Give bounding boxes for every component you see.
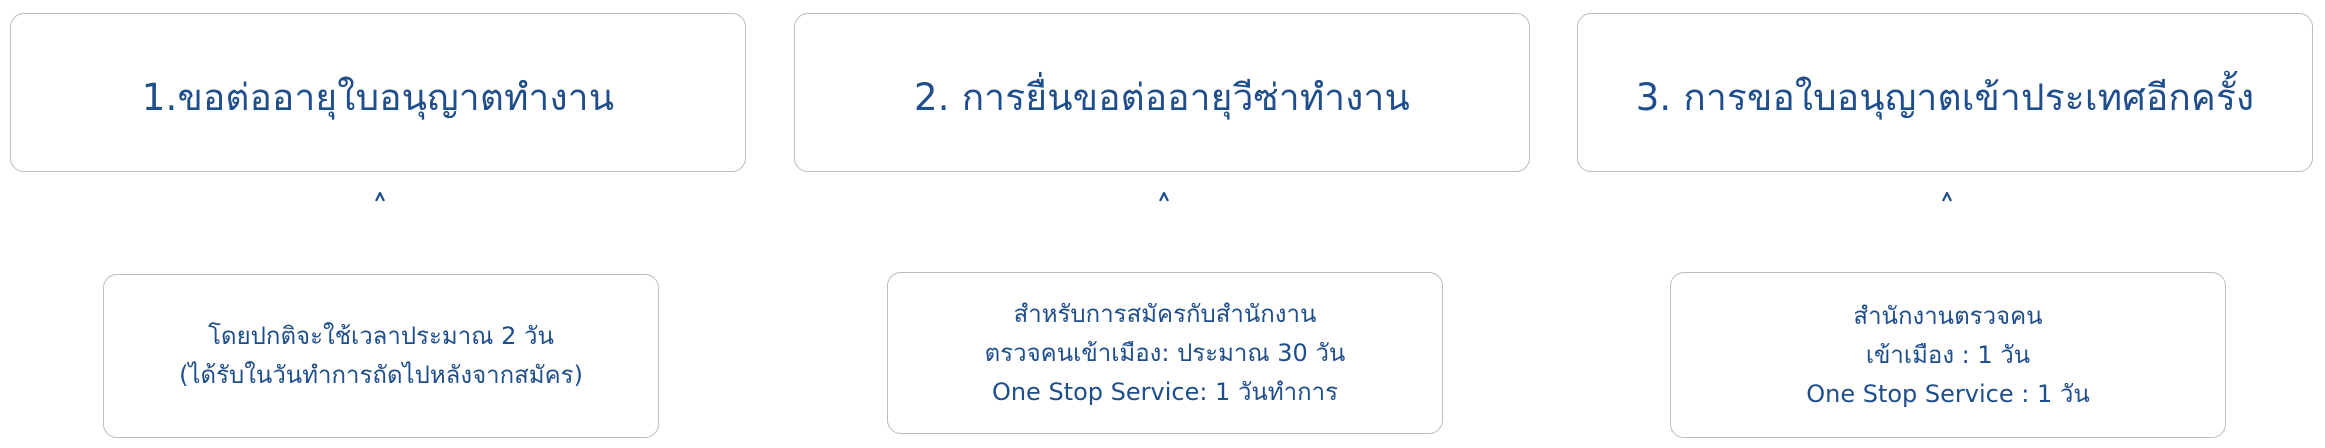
step-box-1: 1.ขอต่ออายุใบอนุญาตทำงาน <box>10 13 746 172</box>
step-note-box-2: สำหรับการสมัครกับสำนักงาน ตรวจคนเข้าเมือ… <box>887 272 1443 434</box>
step-box-3: 3. การขอใบอนุญาตเข้าประเทศอีกครั้ง <box>1577 13 2313 172</box>
step-note-line: เข้าเมือง : 1 วัน <box>1865 340 2031 369</box>
step-note-line: One Stop Service : 1 วัน <box>1806 379 2090 408</box>
step-column-2: 2. การยื่นขอต่ออายุวีซ่าทำงาน สำหรับการส… <box>794 0 1532 448</box>
arrow-up-icon <box>1159 192 1169 254</box>
step-note-line: สำหรับการสมัครกับสำนักงาน <box>1013 299 1317 328</box>
step-column-1: 1.ขอต่ออายุใบอนุญาตทำงาน โดยปกติจะใช้เวล… <box>10 0 748 448</box>
arrow-up-icon <box>375 192 385 254</box>
step-note-line: (ได้รับในวันทำการถัดไปหลังจากสมัคร) <box>179 361 583 389</box>
step-column-3: 3. การขอใบอนุญาตเข้าประเทศอีกครั้ง สำนัก… <box>1577 0 2315 448</box>
step-note-line: โดยปกติจะใช้เวลาประมาณ 2 วัน <box>208 322 554 350</box>
step-box-2: 2. การยื่นขอต่ออายุวีซ่าทำงาน <box>794 13 1530 172</box>
step-note-line: สำนักงานตรวจคน <box>1853 301 2043 330</box>
arrow-up-icon <box>1942 192 1952 254</box>
step-note-line: ตรวจคนเข้าเมือง: ประมาณ 30 วัน <box>984 338 1346 367</box>
step-note-box-1: โดยปกติจะใช้เวลาประมาณ 2 วัน (ได้รับในวั… <box>103 274 659 438</box>
step-title-2: 2. การยื่นขอต่ออายุวีซ่าทำงาน <box>914 76 1410 119</box>
step-note-box-3: สำนักงานตรวจคน เข้าเมือง : 1 วัน One Sto… <box>1670 272 2226 438</box>
step-title-1: 1.ขอต่ออายุใบอนุญาตทำงาน <box>141 76 615 119</box>
step-note-line: One Stop Service: 1 วันทำการ <box>991 377 1339 406</box>
step-title-3: 3. การขอใบอนุญาตเข้าประเทศอีกครั้ง <box>1635 76 2255 119</box>
